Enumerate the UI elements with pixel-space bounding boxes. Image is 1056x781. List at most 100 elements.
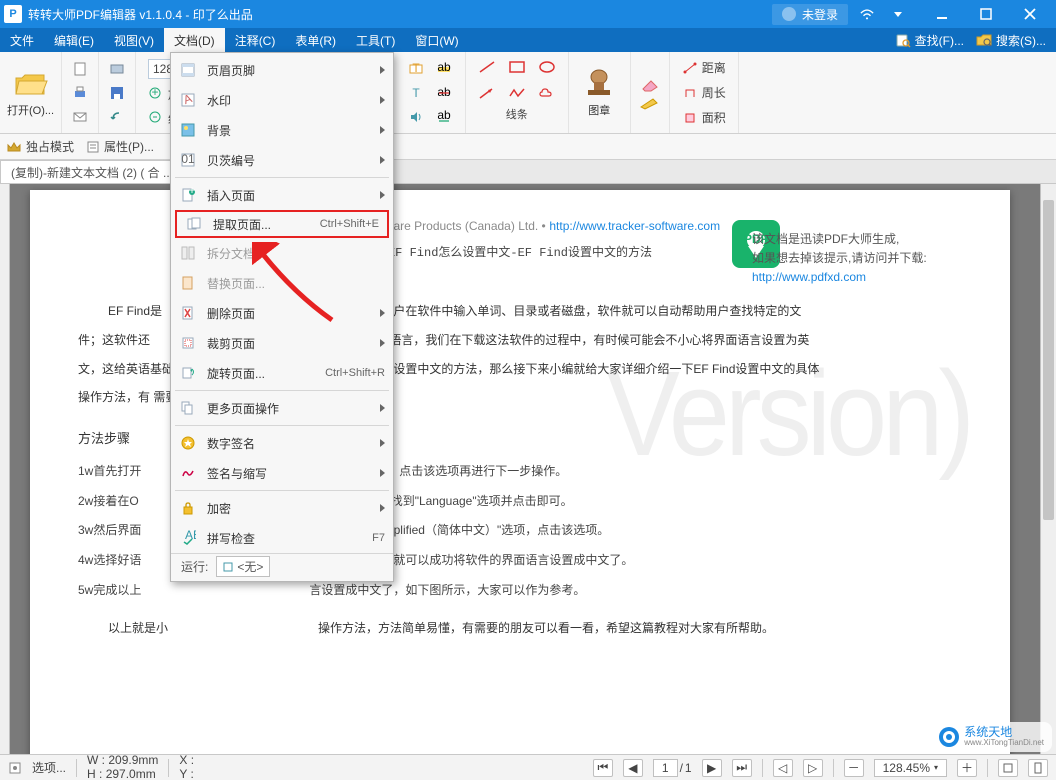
highlight-tool[interactable]: ab [431,58,457,80]
menu-form[interactable]: 表单(R) [285,28,346,52]
caret-down-button[interactable] [876,0,920,28]
arrow-shape[interactable] [474,82,500,104]
zoom-status-box[interactable]: 128.45%▾ [874,759,947,777]
menu-bates[interactable]: 01贝茨编号 [171,145,393,175]
app-logo-icon: P [4,5,22,23]
zoom-out-status[interactable]: － [844,759,864,777]
tracker-link[interactable]: http://www.tracker-software.com [549,219,720,233]
menu-encrypt[interactable]: 加密 [171,493,393,523]
title-bar: P 转转大师PDF编辑器 v1.1.0.4 - 印了么出品 未登录 [0,0,1056,28]
menu-digital-signature[interactable]: 数字签名 [171,428,393,458]
email-button[interactable] [68,106,92,128]
svg-text:ab: ab [437,61,451,74]
fit-width-button[interactable] [998,759,1018,777]
menu-watermark[interactable]: A水印 [171,85,393,115]
perimeter-button[interactable]: 周长 [678,82,730,103]
left-pane-toggle[interactable] [0,184,10,754]
user-login-button[interactable]: 未登录 [772,4,848,25]
menu-view[interactable]: 视图(V) [104,28,164,52]
document-tab[interactable]: (复制)-新建文本文档 (2) ( 合 ... × [0,160,194,183]
speaker-tool[interactable] [403,106,429,128]
properties-button[interactable]: 属性(P)... [86,138,154,155]
menu-crop-pages[interactable]: 裁剪页面 [171,328,393,358]
document-viewport[interactable]: Tracker Software Products (Canada) Ltd. … [10,184,1056,754]
menu-replace-pages[interactable]: 替换页面... [171,268,393,298]
eraser-icon[interactable] [639,75,661,93]
oval-shape[interactable] [534,56,560,78]
strikeout-tool[interactable]: ab [431,82,457,104]
svg-text:+: + [188,187,195,197]
rect-shape[interactable] [504,56,530,78]
zoom-in-status[interactable]: ＋ [957,759,977,777]
find-shortcut[interactable]: 查找(F)... [891,32,968,49]
print-button[interactable] [68,82,92,104]
exclusive-mode-button[interactable]: 独占模式 [6,138,74,155]
vertical-scrollbar[interactable] [1040,184,1056,754]
menu-spellcheck[interactable]: ABC拼写检查F7 [171,523,393,553]
close-button[interactable] [1008,0,1052,28]
properties-icon [86,140,100,154]
new-doc-button[interactable] [68,58,92,80]
page-input[interactable]: 1 [653,759,678,777]
menu-tools[interactable]: 工具(T) [346,28,405,52]
search-shortcut[interactable]: 搜索(S)... [972,32,1050,49]
menu-edit[interactable]: 编辑(E) [44,28,104,52]
cloud-shape[interactable] [534,82,560,104]
svg-text:T: T [412,86,420,100]
last-page-button[interactable]: ⏭ [732,759,752,777]
menu-file[interactable]: 文件 [0,28,44,52]
menu-sign-abbrev[interactable]: 签名与缩写 [171,458,393,488]
open-button[interactable]: 打开(O)... [0,52,62,133]
brand-watermark: 系统天地www.XiTongTianDi.net [930,722,1052,752]
stamp-button[interactable]: 图章 [569,52,631,133]
window-title: 转转大师PDF编辑器 v1.1.0.4 - 印了么出品 [28,6,772,23]
svg-text:ab: ab [437,85,451,99]
text-box-tool[interactable]: T [403,58,429,80]
next-page-button[interactable]: ▶ [702,759,722,777]
crown-icon [6,140,22,154]
run-dropdown[interactable]: <无> [216,556,270,577]
shapes-label: 线条 [506,106,528,122]
menu-split-doc[interactable]: 拆分文档... [171,238,393,268]
search-folder-icon [976,32,992,48]
svg-text:ab: ab [437,109,451,122]
minimize-button[interactable] [920,0,964,28]
menu-run-row: 运行: <无> [171,553,393,579]
menu-annotate[interactable]: 注释(C) [225,28,286,52]
save-button[interactable] [105,82,129,104]
marker-icon[interactable] [639,97,661,111]
nav-back-button[interactable]: ◁ [773,759,793,777]
scrollbar-thumb[interactable] [1043,200,1054,520]
undo-button[interactable] [105,106,129,128]
menu-more-page-ops[interactable]: 更多页面操作 [171,393,393,423]
menu-delete-pages[interactable]: 删除页面 [171,298,393,328]
nav-fwd-button[interactable]: ▷ [803,759,823,777]
maximize-button[interactable] [964,0,1008,28]
polyline-shape[interactable] [504,82,530,104]
watermark-version: Version) [606,344,970,484]
pdfxd-link[interactable]: http://www.pdfxd.com [752,270,866,284]
prev-page-button[interactable]: ◀ [623,759,643,777]
menu-rotate-pages[interactable]: 旋转页面...Ctrl+Shift+R [171,358,393,388]
menu-window[interactable]: 窗口(W) [405,28,468,52]
menu-background[interactable]: 背景 [171,115,393,145]
options-icon[interactable] [8,761,22,775]
underline-tool[interactable]: ab [431,106,457,128]
find-icon [895,32,911,48]
typewriter-tool[interactable]: T [403,82,429,104]
page-indicator: 1 / 1 [653,759,692,777]
svg-text:+: + [151,87,158,99]
menu-header-footer[interactable]: 页眉页脚 [171,55,393,85]
menu-extract-pages[interactable]: 提取页面...Ctrl+Shift+E [175,210,389,238]
fit-page-button[interactable] [1028,759,1048,777]
scan-button[interactable] [105,58,129,80]
line-shape[interactable] [474,56,500,78]
area-button[interactable]: 面积 [678,107,730,128]
distance-button[interactable]: 距离 [678,57,730,78]
user-icon [782,7,796,21]
menu-insert-page[interactable]: +插入页面 [171,180,393,210]
file-quick-buttons [62,52,99,133]
first-page-button[interactable]: ⏮ [593,759,613,777]
menu-document[interactable]: 文档(D) [164,28,225,52]
options-button[interactable]: 选项... [32,759,66,776]
